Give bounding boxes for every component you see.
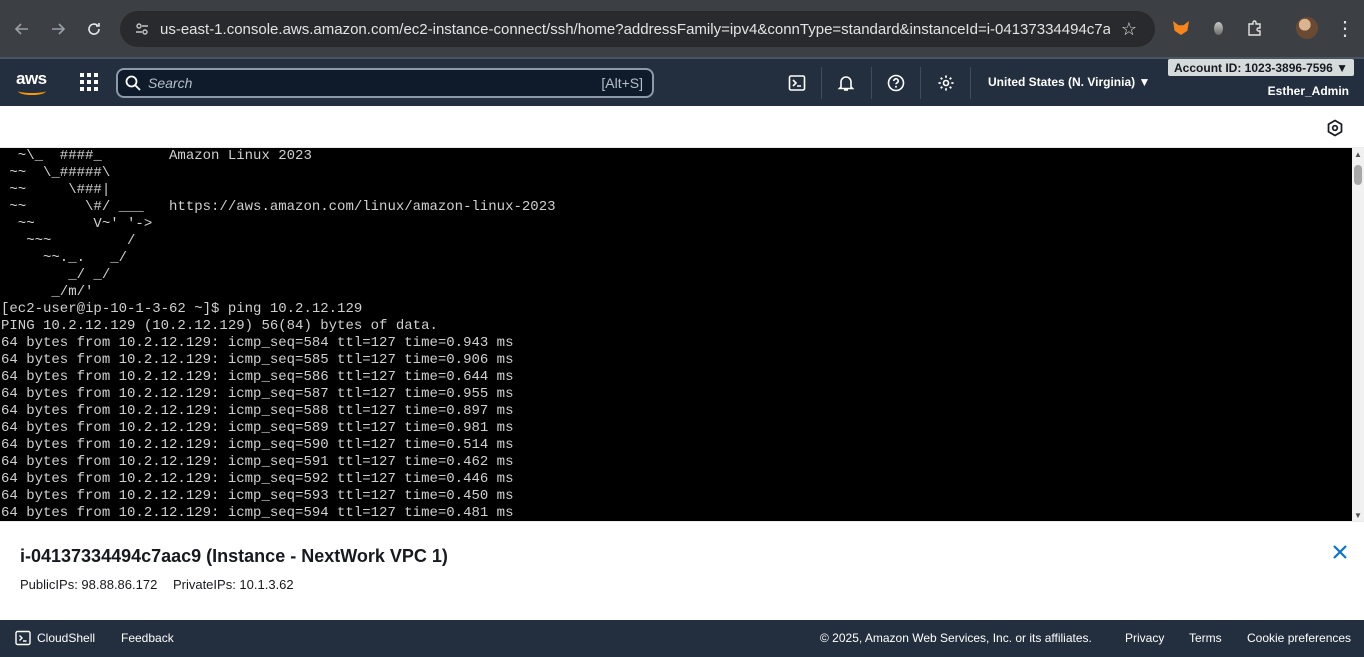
more-menu-icon[interactable]: ⋮ <box>1330 13 1360 43</box>
extension-icon[interactable] <box>1203 13 1233 43</box>
address-bar[interactable]: us-east-1.console.aws.amazon.com/ec2-ins… <box>120 11 1155 47</box>
services-grid-icon[interactable] <box>80 73 98 91</box>
terminal-output: ~\_ ####_ Amazon Linux 2023 ~~ \_#####\ … <box>0 148 1352 521</box>
terminal-line: ~~ \###| <box>1 182 111 198</box>
terminal-line: 64 bytes from 10.2.12.129: icmp_seq=594 … <box>1 505 514 521</box>
scroll-down-arrow-icon[interactable]: ▼ <box>1353 511 1363 520</box>
extensions-puzzle-icon[interactable] <box>1240 13 1270 43</box>
terminal-line: [ec2-user@ip-10-1-3-62 ~]$ ping 10.2.12.… <box>1 301 363 317</box>
terminal-line: ~\_ ####_ Amazon Linux 2023 <box>1 148 312 164</box>
notifications-bell-icon[interactable] <box>834 71 858 95</box>
nav-divider <box>821 67 822 99</box>
terminal-line: 64 bytes from 10.2.12.129: icmp_seq=588 … <box>1 403 514 419</box>
terminal-line: PING 10.2.12.129 (10.2.12.129) 56(84) by… <box>1 318 438 334</box>
scroll-up-arrow-icon[interactable]: ▲ <box>1353 150 1363 159</box>
privacy-link[interactable]: Privacy <box>1125 631 1164 645</box>
aws-logo[interactable]: aws <box>16 69 50 95</box>
terminal-line: 64 bytes from 10.2.12.129: icmp_seq=589 … <box>1 420 514 436</box>
terminal-line: 64 bytes from 10.2.12.129: icmp_seq=587 … <box>1 386 514 402</box>
bookmark-star-icon[interactable]: ☆ <box>1111 11 1147 47</box>
search-icon <box>118 75 148 91</box>
feedback-link[interactable]: Feedback <box>121 631 174 645</box>
username-menu[interactable]: Esther_Admin <box>1268 84 1349 98</box>
site-info-icon[interactable] <box>124 11 160 47</box>
terminal-line: 64 bytes from 10.2.12.129: icmp_seq=585 … <box>1 352 514 368</box>
console-footer: CloudShell Feedback © 2025, Amazon Web S… <box>0 620 1364 657</box>
instance-ips: PublicIPs: 98.88.86.172 PrivateIPs: 10.1… <box>20 577 306 592</box>
close-panel-button[interactable] <box>1328 540 1352 564</box>
terminal-line: 64 bytes from 10.2.12.129: icmp_seq=586 … <box>1 369 514 385</box>
terminal-settings-icon[interactable] <box>1326 119 1344 137</box>
forward-arrow-icon[interactable] <box>40 11 76 47</box>
profile-avatar[interactable] <box>1292 13 1322 43</box>
terminal-line: 64 bytes from 10.2.12.129: icmp_seq=590 … <box>1 437 514 453</box>
terms-link[interactable]: Terms <box>1189 631 1222 645</box>
instance-title: i-04137334494c7aac9 (Instance - NextWork… <box>20 546 448 566</box>
nav-divider <box>920 67 921 99</box>
terminal-line: _/ _/ <box>1 267 111 283</box>
search-bar[interactable]: [Alt+S] <box>116 68 654 98</box>
aws-logo-text: aws <box>16 69 47 88</box>
terminal-line: ~~~ / <box>1 233 136 249</box>
public-ips: PublicIPs: 98.88.86.172 <box>20 577 158 592</box>
settings-gear-icon[interactable] <box>934 71 958 95</box>
region-selector[interactable]: United States (N. Virginia) ▼ <box>988 75 1150 89</box>
metamask-extension-icon[interactable] <box>1166 13 1196 43</box>
help-question-icon[interactable] <box>884 71 908 95</box>
terminal-line: 64 bytes from 10.2.12.129: icmp_seq=593 … <box>1 488 514 504</box>
private-ips: PrivateIPs: 10.1.3.62 <box>172 577 294 592</box>
scroll-thumb[interactable] <box>1354 165 1362 185</box>
terminal-line: ~~ \_#####\ <box>1 165 111 181</box>
search-shortcut-hint: [Alt+S] <box>601 75 643 91</box>
terminal-line: 64 bytes from 10.2.12.129: icmp_seq=592 … <box>1 471 514 487</box>
cloudshell-terminal-icon[interactable] <box>785 71 809 95</box>
nav-divider <box>871 67 872 99</box>
reload-icon[interactable] <box>76 11 112 47</box>
cookie-preferences-link[interactable]: Cookie preferences <box>1247 631 1351 645</box>
nav-divider <box>970 67 971 99</box>
terminal-scrollbar[interactable]: ▲ ▼ <box>1352 148 1364 521</box>
instance-info-panel: i-04137334494c7aac9 (Instance - NextWork… <box>0 521 1364 620</box>
browser-toolbar: us-east-1.console.aws.amazon.com/ec2-ins… <box>0 0 1364 57</box>
copyright-text: © 2025, Amazon Web Services, Inc. or its… <box>820 631 1092 645</box>
account-id-badge[interactable]: Account ID: 1023-3896-7596 ▼ <box>1168 59 1354 76</box>
back-arrow-icon[interactable] <box>4 11 40 47</box>
terminal-line: 64 bytes from 10.2.12.129: icmp_seq=591 … <box>1 454 514 470</box>
terminal-line: _/m/' <box>1 284 94 300</box>
terminal-toolbar <box>0 106 1364 148</box>
url-text[interactable]: us-east-1.console.aws.amazon.com/ec2-ins… <box>160 21 1110 38</box>
close-icon <box>1333 545 1347 559</box>
cloudshell-link[interactable]: CloudShell <box>37 631 95 645</box>
search-input[interactable] <box>148 75 602 91</box>
ssh-terminal[interactable]: ~\_ ####_ Amazon Linux 2023 ~~ \_#####\ … <box>0 148 1352 521</box>
terminal-line: ~~ \#/ ___ https://aws.amazon.com/linux/… <box>1 199 556 215</box>
terminal-line: ~~._. _/ <box>1 250 128 266</box>
terminal-line: 64 bytes from 10.2.12.129: icmp_seq=584 … <box>1 335 514 351</box>
aws-top-nav: aws [Alt+S] United States (N. Virginia) … <box>0 57 1364 106</box>
terminal-line: ~~ V~' '-> <box>1 216 153 232</box>
cloudshell-icon[interactable] <box>15 630 31 646</box>
